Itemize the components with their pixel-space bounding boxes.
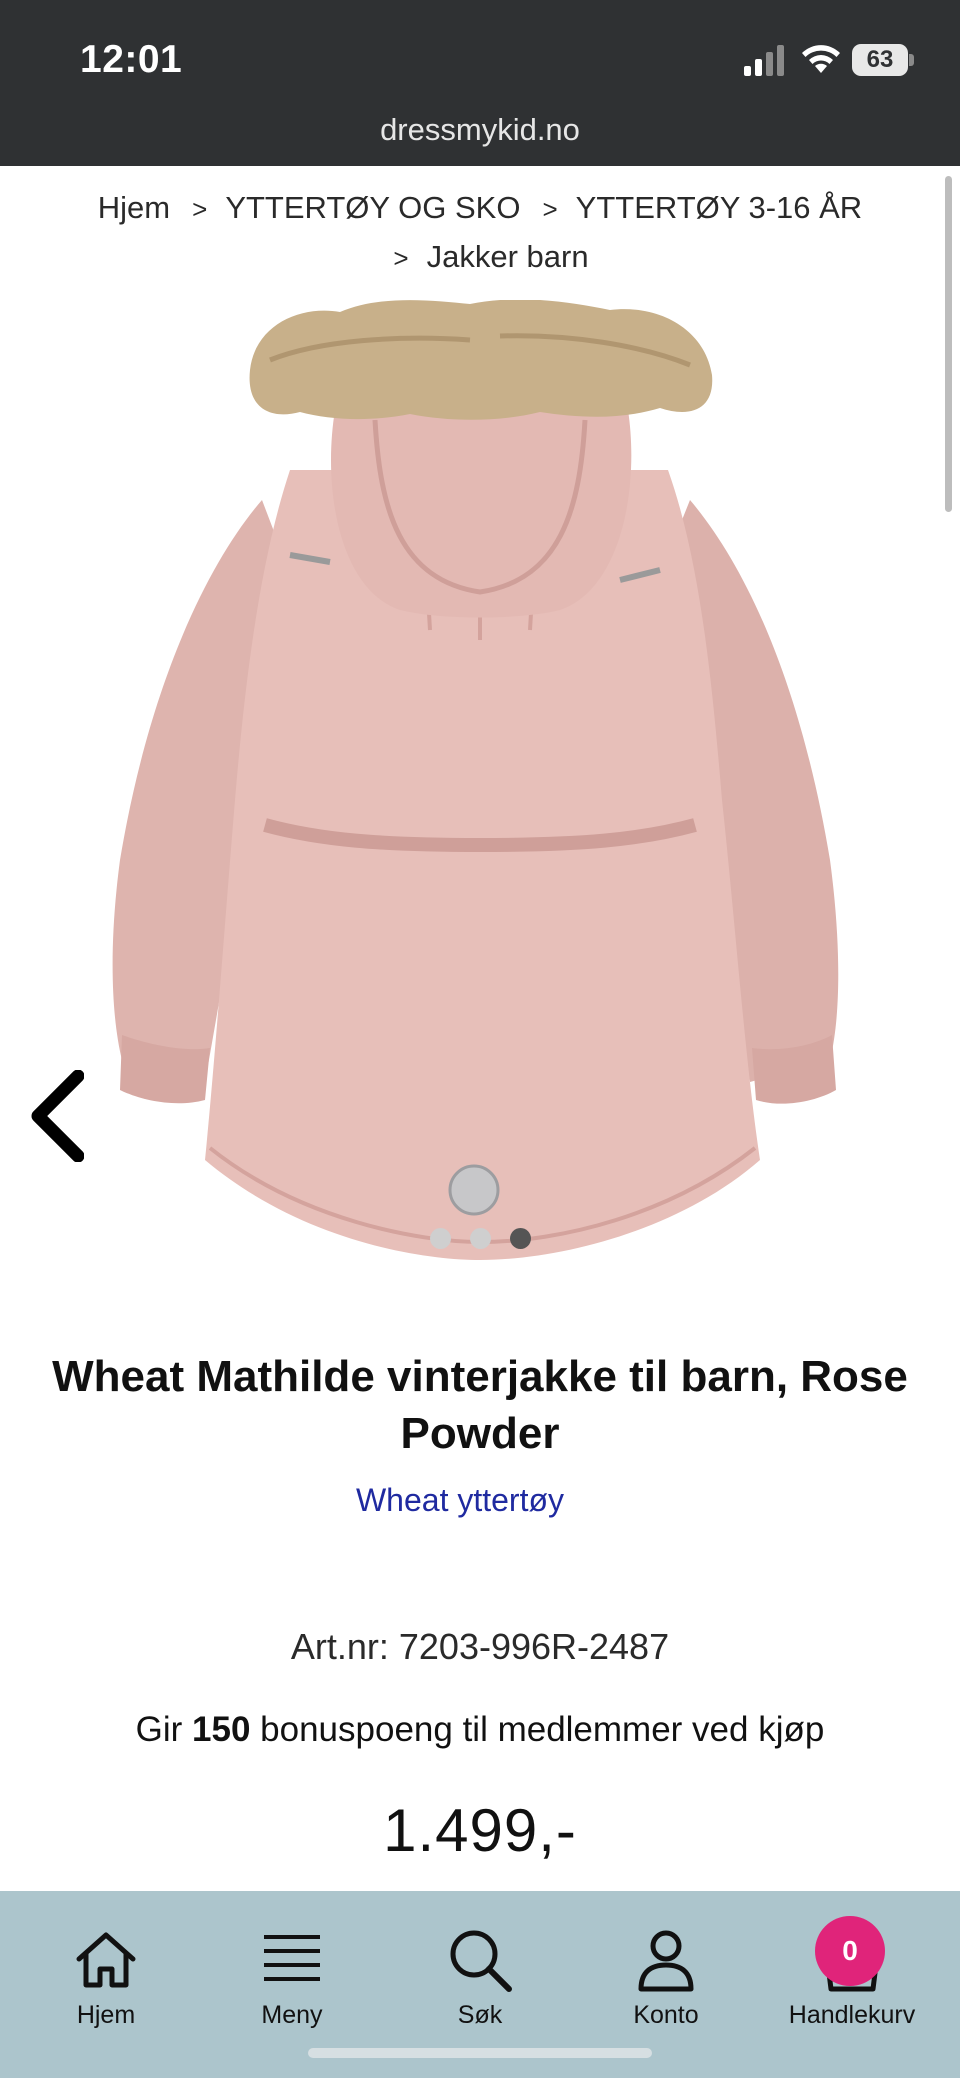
home-indicator[interactable] (308, 2048, 652, 2058)
nav-label-account: Konto (633, 2001, 699, 2029)
nav-label-cart: Handlekurv (788, 2001, 916, 2029)
home-icon (76, 1932, 136, 1988)
breadcrumb-link-yttertoy-og-sko[interactable]: YTTERTØY OG SKO (225, 190, 520, 225)
breadcrumb-link-jakker-barn[interactable]: Jakker barn (427, 239, 589, 274)
status-time: 12:01 (80, 38, 183, 81)
nav-label-search: Søk (457, 2001, 503, 2029)
cellular-signal-icon (744, 45, 784, 76)
previous-image-arrow-icon[interactable] (28, 1070, 84, 1162)
image-pagination-dots (428, 1228, 538, 1250)
product-image (112, 299, 839, 1260)
chevron-right-icon: > (393, 243, 409, 273)
bonus-prefix: Gir (135, 1710, 193, 1749)
article-number: Art.nr: 7203-996R-2487 (290, 1626, 670, 1667)
brand-link[interactable]: Wheat yttertøy (0, 1482, 920, 1519)
nav-label-home: Hjem (76, 2001, 136, 2029)
menu-icon (264, 1935, 320, 1981)
nav-label-menu: Meny (261, 2001, 323, 2029)
bonus-points-text: Gir 150 bonuspoeng til medlemmer ved kjø… (0, 1710, 960, 1750)
battery-icon: 63 (852, 44, 914, 76)
breadcrumb: Hjem > YTTERTØY OG SKO > YTTERTØY 3-16 ÅR > Ja… (40, 184, 920, 282)
account-icon (638, 1930, 694, 1992)
bonus-points: 150 (192, 1710, 251, 1749)
pagination-dot[interactable] (470, 1228, 491, 1249)
chevron-right-icon: > (192, 194, 208, 224)
search-icon (450, 1930, 512, 1992)
product-price: 1.499,- (383, 1797, 577, 1864)
pagination-dot[interactable] (430, 1228, 451, 1249)
nav-item-home[interactable]: Hjem (16, 1891, 196, 2078)
chevron-right-icon: > (542, 194, 558, 224)
product-title: Wheat Mathilde vinterjakke til barn, Ros… (52, 1352, 908, 1458)
product-image-gallery[interactable] (0, 299, 960, 1280)
bonus-suffix: bonuspoeng til medlemmer ved kjøp (250, 1710, 825, 1749)
pagination-dot-active[interactable] (510, 1228, 531, 1249)
breadcrumb-link-yttertoy-3-16[interactable]: YTTERTØY 3-16 ÅR (576, 190, 863, 225)
breadcrumb-link-home[interactable]: Hjem (98, 190, 170, 225)
browser-status-bar: 12:01 63 dressmykid.no (0, 0, 960, 166)
address-bar-url[interactable]: dressmykid.no (0, 112, 960, 148)
battery-level: 63 (866, 46, 894, 73)
wifi-icon (802, 45, 840, 73)
cart-count-badge[interactable]: 0 (815, 1916, 885, 1986)
